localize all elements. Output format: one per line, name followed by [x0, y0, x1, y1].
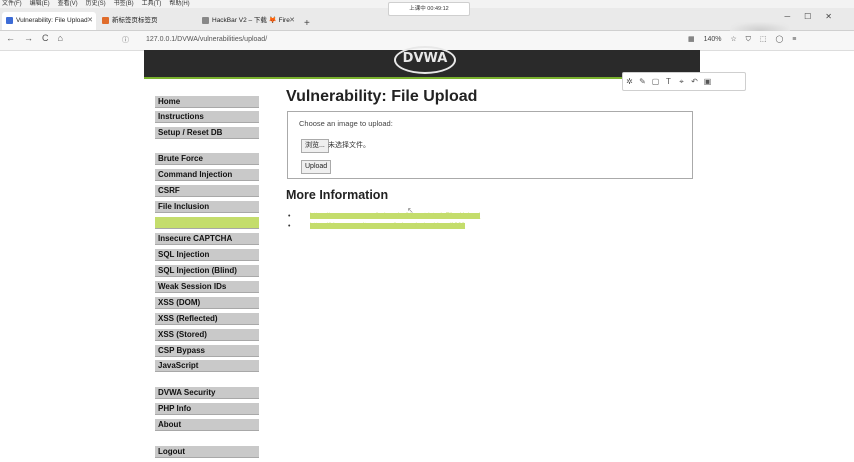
close-tab-icon[interactable]: ✕: [289, 12, 295, 30]
sidebar-item-dvwa-security[interactable]: DVWA Security: [155, 387, 259, 399]
forward-icon[interactable]: →: [24, 33, 42, 43]
pen-tool-icon[interactable]: ✎: [636, 73, 649, 90]
no-file-selected-text: 未选择文件。: [328, 142, 370, 149]
qr-icon[interactable]: ▦: [688, 36, 695, 43]
tab-new-page[interactable]: 新标签页标签页: [98, 12, 194, 30]
sidebar-item-command-injection[interactable]: Command Injection: [155, 169, 259, 181]
sidebar-item-file-upload[interactable]: File Upload: [155, 217, 259, 229]
dvwa-logo: DVWA: [394, 46, 456, 74]
new-tab-button[interactable]: +: [304, 18, 310, 30]
menu-item-view[interactable]: 查看(V): [58, 1, 78, 7]
tab-hackbar[interactable]: HackBar V2 – 下载 🦊 Fire ✕: [198, 12, 298, 30]
home-icon[interactable]: ⌂: [58, 33, 72, 43]
zoom-level[interactable]: 140%: [704, 36, 722, 43]
tab-label: Vulnerability: File Upload: [16, 17, 88, 24]
owasp-link[interactable]: https://www.owasp.org/index.php/Unrestri…: [310, 212, 481, 219]
sidebar-item-csrf[interactable]: CSRF: [155, 185, 259, 197]
window-controls: ─☐✕: [784, 12, 846, 21]
shield-icon[interactable]: ⛉: [746, 36, 751, 43]
minimize-icon[interactable]: ─: [784, 12, 804, 21]
close-tab-icon[interactable]: ✕: [87, 12, 93, 30]
tab-file-upload[interactable]: Vulnerability: File Upload ✕: [2, 12, 96, 30]
back-icon[interactable]: ←: [6, 33, 24, 43]
tab-label: HackBar V2 – 下载 🦊 Fire: [212, 17, 290, 24]
menu-item-tools[interactable]: 工具(T): [142, 1, 162, 7]
page-favicon-icon: [102, 16, 109, 24]
sidebar-item-xss-dom[interactable]: XSS (DOM): [155, 297, 259, 309]
menu-item-bookmarks[interactable]: 书签(B): [114, 1, 134, 7]
browse-button[interactable]: 浏览...: [301, 139, 329, 153]
dvwa-favicon-icon: [6, 16, 13, 24]
menu-item-history[interactable]: 历史(S): [86, 1, 106, 7]
sidebar-item-instructions[interactable]: Instructions: [155, 111, 259, 123]
upload-label: Choose an image to upload:: [299, 119, 393, 128]
menu-item-file[interactable]: 文件(F): [2, 1, 22, 7]
more-information-heading: More Information: [286, 188, 389, 202]
menu-item-help[interactable]: 帮助(H): [169, 1, 189, 7]
extension-icon[interactable]: ⬚: [760, 36, 767, 43]
screenshot-toolbar: ✲ ✎ ▢ T ⌖ ↶ ▣: [622, 72, 746, 91]
sidebar-item-csp-bypass[interactable]: CSP Bypass: [155, 345, 259, 357]
sidebar-item-xss-stored[interactable]: XSS (Stored): [155, 329, 259, 341]
sidebar-item-sql-injection-blind[interactable]: SQL Injection (Blind): [155, 265, 259, 277]
rectangle-tool-icon[interactable]: ▢: [649, 73, 662, 90]
sidebar-item-brute-force[interactable]: Brute Force: [155, 153, 259, 165]
save-icon[interactable]: ▣: [701, 73, 714, 90]
sidebar-item-setup[interactable]: Setup / Reset DB: [155, 127, 259, 139]
hackbar-favicon-icon: [202, 16, 209, 24]
sidebar-item-sql-injection[interactable]: SQL Injection: [155, 249, 259, 261]
sidebar-item-javascript[interactable]: JavaScript: [155, 360, 259, 372]
dvwa-header-banner: DVWA: [144, 46, 700, 79]
bookmark-star-icon[interactable]: ☆: [730, 36, 736, 43]
sidebar-item-about[interactable]: About: [155, 419, 259, 431]
page-title: Vulnerability: File Upload: [286, 88, 478, 105]
sidebar-item-php-info[interactable]: PHP Info: [155, 403, 259, 415]
sidebar-item-home[interactable]: Home: [155, 96, 259, 108]
pin-tool-icon[interactable]: ⌖: [675, 73, 688, 90]
menu-item-edit[interactable]: 编辑(E): [30, 1, 50, 7]
profile-icon[interactable]: ◯: [775, 36, 783, 43]
sidebar-item-file-inclusion[interactable]: File Inclusion: [155, 201, 259, 213]
sidebar-item-xss-reflected[interactable]: XSS (Reflected): [155, 313, 259, 325]
mosaic-tool-icon[interactable]: ✲: [623, 73, 636, 90]
upload-form: Choose an image to upload: 浏览... 未选择文件。 …: [287, 111, 693, 179]
sidebar-item-logout[interactable]: Logout: [155, 446, 259, 458]
sidebar-item-weak-session-ids[interactable]: Weak Session IDs: [155, 281, 259, 293]
tab-label: 新标签页标签页: [112, 17, 158, 24]
close-window-icon[interactable]: ✕: [825, 12, 846, 21]
url-field[interactable]: 127.0.0.1/DVWA/vulnerabilities/upload/: [146, 36, 267, 43]
menu-icon[interactable]: ≡: [792, 36, 796, 43]
securiteam-link[interactable]: https://blogs.securiteam.com/index.php/a…: [310, 222, 466, 229]
reload-icon[interactable]: C: [42, 33, 58, 43]
sidebar-item-insecure-captcha[interactable]: Insecure CAPTCHA: [155, 233, 259, 245]
maximize-icon[interactable]: ☐: [804, 12, 825, 21]
undo-icon[interactable]: ↶: [688, 73, 701, 90]
text-tool-icon[interactable]: T: [662, 73, 675, 90]
recording-badge: 上课中 00:49:12: [388, 2, 470, 16]
upload-button[interactable]: Upload: [301, 160, 332, 174]
mouse-cursor-icon: ↖: [407, 206, 414, 215]
page-info-icon[interactable]: ⓘ: [122, 35, 129, 45]
